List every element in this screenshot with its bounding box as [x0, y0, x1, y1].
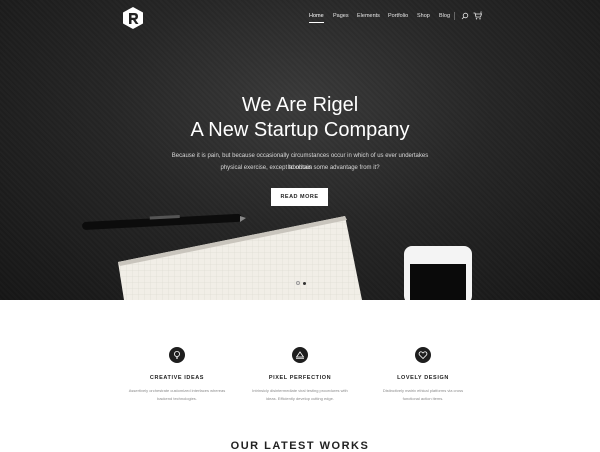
read-more-button[interactable]: READ MORE: [271, 188, 328, 206]
nav-item-pages[interactable]: Pages: [333, 13, 349, 19]
pen-image: [82, 213, 246, 230]
feature-title: CREATIVE IDEAS: [149, 375, 205, 381]
feature-text: Distinctively matrix ethical platforms v…: [382, 388, 464, 401]
nav-active-underline: [309, 22, 324, 23]
hero-title-line1: We Are Rigel: [241, 94, 359, 116]
slider-pagination: [296, 272, 309, 290]
hero-description-line2: physical exercise, except to obtain some…: [220, 165, 380, 171]
feature-text: Assertively orchestrate customized inter…: [128, 388, 226, 401]
latest-works-heading: OUR LATEST WORKS: [230, 440, 370, 452]
logo[interactable]: [121, 6, 145, 30]
nav-item-label: Portfolio: [388, 13, 409, 19]
feature-title: PIXEL PERFECTION: [268, 375, 332, 381]
nav-item-blog[interactable]: Blog: [439, 13, 450, 19]
nav-item-label: Pages: [333, 13, 349, 19]
slider-dot[interactable]: [296, 281, 300, 285]
lightbulb-icon: [169, 347, 185, 363]
search-icon[interactable]: [461, 12, 469, 20]
feature-lovely-design: LOVELY DESIGN Distinctively matrix ethic…: [353, 347, 493, 403]
feature-pixel-perfection: PIXEL PERFECTION Intrinsicly disintermed…: [230, 347, 370, 403]
nav-item-elements[interactable]: Elements: [357, 13, 380, 19]
slider-dot-active[interactable]: [303, 282, 306, 285]
nav-item-label: Blog: [439, 13, 451, 19]
phone-image: [404, 246, 472, 300]
nav-item-home[interactable]: Home: [309, 13, 324, 23]
nav-item-label: Shop: [417, 13, 430, 19]
feature-text: Intrinsicly disintermediate viral testin…: [252, 388, 348, 401]
hero-section: Home Pages Elements Portfolio Shop Blog …: [0, 0, 600, 300]
hero-title-line2: A New Startup Company: [190, 119, 410, 141]
nav-item-label: Elements: [357, 13, 380, 19]
cart-count-badge: 0: [480, 10, 483, 15]
feature-creative-ideas: CREATIVE IDEAS Assertively orchestrate c…: [107, 347, 247, 403]
feature-title: LOVELY DESIGN: [397, 375, 449, 381]
nav-divider: [454, 12, 455, 20]
monitor-icon: [292, 347, 308, 363]
notebook-image: [118, 216, 362, 300]
nav-item-label: Home: [309, 13, 324, 19]
heart-icon: [415, 347, 431, 363]
nav-item-shop[interactable]: Shop: [417, 13, 430, 19]
nav-item-portfolio[interactable]: Portfolio: [388, 13, 408, 19]
